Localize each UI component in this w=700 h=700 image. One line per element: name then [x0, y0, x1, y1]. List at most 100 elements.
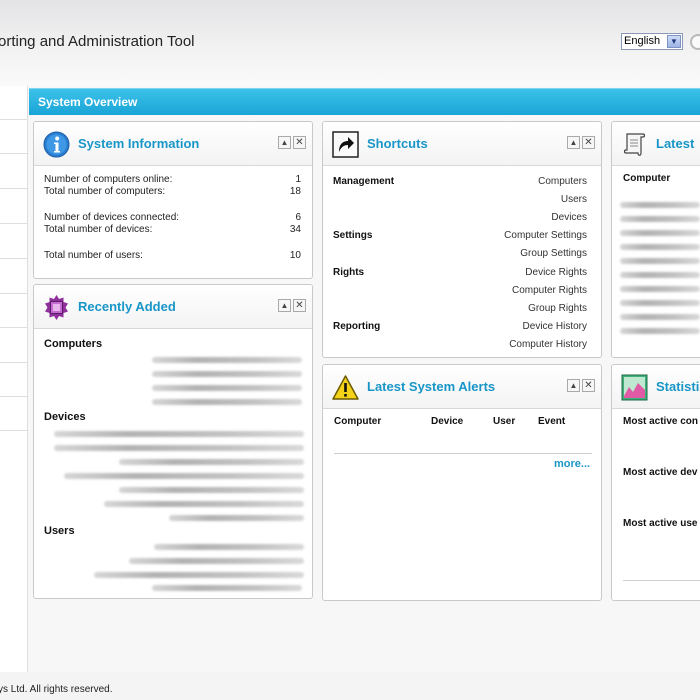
- redacted-item: [152, 385, 302, 391]
- collapse-button[interactable]: ▲: [567, 136, 580, 149]
- panel-header: Recently Added ▲ ✕: [34, 285, 312, 329]
- redacted-item: [620, 286, 700, 292]
- app-title: orting and Administration Tool: [0, 33, 195, 50]
- shortcut-link[interactable]: Group Settings: [447, 248, 587, 259]
- nav-item[interactable]: [0, 430, 27, 431]
- statistics-panel: Statisti Most active con Most active dev…: [611, 364, 700, 601]
- column-header-event: Event: [538, 416, 566, 427]
- redacted-item: [620, 202, 700, 208]
- collapse-button[interactable]: ▲: [567, 379, 580, 392]
- shortcut-link[interactable]: Group Rights: [447, 303, 587, 314]
- panel-title: Shortcuts: [367, 136, 428, 151]
- panel-title: System Information: [78, 136, 200, 151]
- redacted-item: [129, 558, 304, 564]
- nav-item[interactable]: [0, 258, 27, 259]
- nav-item[interactable]: [0, 327, 27, 328]
- language-value: English: [624, 35, 661, 47]
- panel-title: Latest: [656, 136, 695, 151]
- panel-header: System Information ▲ ✕: [34, 122, 312, 166]
- info-label: Number of computers online:: [44, 174, 173, 185]
- shortcut-link[interactable]: Device Rights: [447, 267, 587, 278]
- redacted-item: [119, 459, 304, 465]
- shortcut-link[interactable]: Computer Rights: [447, 285, 587, 296]
- column-header-user: User: [493, 416, 516, 427]
- collapse-button[interactable]: ▲: [278, 136, 291, 149]
- panel-header: Statisti: [612, 365, 700, 409]
- close-button[interactable]: ✕: [582, 379, 595, 392]
- latest-system-alerts-panel: Latest System Alerts ▲ ✕ Computer Device…: [322, 364, 602, 601]
- redacted-item: [152, 399, 302, 405]
- info-value: 1: [295, 174, 301, 185]
- shortcut-group-label: Management: [333, 176, 395, 187]
- redacted-item: [154, 544, 304, 550]
- panel-header: Latest System Alerts ▲ ✕: [323, 365, 601, 409]
- info-value: 10: [289, 250, 301, 261]
- redacted-item: [94, 572, 304, 578]
- collapse-button[interactable]: ▲: [278, 299, 291, 312]
- language-select[interactable]: English ▼: [621, 33, 683, 50]
- copyright-text: ys Ltd. All rights reserved.: [0, 684, 113, 695]
- info-label: Total number of users:: [44, 250, 143, 261]
- system-information-panel: System Information ▲ ✕ Number of compute…: [33, 121, 313, 279]
- redacted-item: [620, 258, 700, 264]
- panel-title: Recently Added: [78, 299, 176, 314]
- info-value: 18: [289, 186, 301, 197]
- chart-icon: [621, 374, 648, 401]
- redacted-item: [620, 216, 700, 222]
- nav-item[interactable]: [0, 293, 27, 294]
- left-navigation: [0, 86, 28, 672]
- column-header-computer: Computer: [334, 416, 382, 427]
- shortcut-arrow-icon: [332, 131, 359, 158]
- info-label: Total number of computers:: [44, 186, 166, 197]
- panel-title: Latest System Alerts: [367, 379, 496, 394]
- nav-item[interactable]: [0, 362, 27, 363]
- redacted-item: [620, 272, 700, 278]
- panel-title: Statisti: [656, 379, 700, 394]
- shortcut-group-label: Rights: [333, 267, 365, 278]
- redacted-item: [620, 300, 700, 306]
- statistics-row-label: Most active con: [623, 416, 699, 427]
- redacted-item: [54, 445, 304, 451]
- shortcut-link[interactable]: Computers: [447, 176, 587, 187]
- chip-icon: [45, 295, 68, 320]
- group-label-computers: Computers: [44, 338, 103, 350]
- close-button[interactable]: ✕: [293, 299, 306, 312]
- statistics-row-label: Most active use: [623, 518, 698, 529]
- nav-item[interactable]: [0, 153, 27, 154]
- redacted-item: [152, 371, 302, 377]
- redacted-item: [620, 314, 700, 320]
- redacted-item: [620, 230, 700, 236]
- statistics-row-label: Most active dev: [623, 467, 698, 478]
- shortcut-link[interactable]: Devices: [447, 212, 587, 223]
- recently-added-panel: Recently Added ▲ ✕ Computers Devices Use…: [33, 284, 313, 599]
- redacted-item: [119, 487, 304, 493]
- redacted-item: [152, 357, 302, 363]
- redacted-item: [104, 501, 304, 507]
- nav-item[interactable]: [0, 188, 27, 189]
- header-circle-button[interactable]: [690, 34, 700, 50]
- divider: [623, 580, 700, 581]
- nav-item[interactable]: [0, 119, 27, 120]
- shortcut-link[interactable]: Computer History: [447, 339, 587, 350]
- info-label: Number of devices connected:: [44, 212, 180, 223]
- shortcuts-panel: Shortcuts ▲ ✕ Management Computers Users…: [322, 121, 602, 358]
- redacted-item: [152, 585, 302, 591]
- panel-header: Shortcuts ▲ ✕: [323, 122, 601, 166]
- latest-panel: Latest Computer: [611, 121, 700, 358]
- nav-item[interactable]: [0, 223, 27, 224]
- shortcut-link[interactable]: Computer Settings: [447, 230, 587, 241]
- nav-item[interactable]: [0, 396, 27, 397]
- info-icon: [43, 131, 70, 158]
- chevron-down-icon[interactable]: ▼: [667, 35, 681, 48]
- close-button[interactable]: ✕: [293, 136, 306, 149]
- redacted-item: [620, 328, 700, 334]
- divider: [334, 453, 592, 454]
- shortcut-group-label: Settings: [333, 230, 373, 241]
- panel-header: Latest: [612, 122, 700, 166]
- close-button[interactable]: ✕: [582, 136, 595, 149]
- more-link[interactable]: more...: [554, 458, 590, 470]
- shortcut-link[interactable]: Users: [447, 194, 587, 205]
- redacted-item: [169, 515, 304, 521]
- warning-icon: [332, 375, 359, 400]
- shortcut-link[interactable]: Device History: [447, 321, 587, 332]
